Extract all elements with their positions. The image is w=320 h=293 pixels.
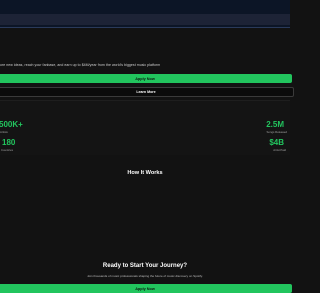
stat-label-paid: Artist Paid [273,148,286,152]
apply-now-button[interactable]: Apply Now [0,74,292,83]
learn-more-button[interactable]: Learn More [0,87,294,97]
hero-subtitle: ore new ideas, reach your fanbase, and e… [0,63,161,67]
cta-subtitle: Join thousands of music professionals sh… [87,274,203,278]
nav-divider [0,27,290,28]
how-it-works-title: How It Works [127,170,163,176]
stat-value-artists: 500K+ [0,120,23,129]
stat-value-paid: $4B [269,138,284,147]
stat-label-artists: Artists [0,130,8,134]
stat-label-songs: Songs Released [266,130,287,134]
cta-apply-now-button[interactable]: Apply Now [0,284,292,293]
stats-divider [0,100,290,101]
stats-section [0,100,290,155]
cta-title: Ready to Start Your Journey? [102,263,188,269]
stat-value-countries: 180 [2,138,16,147]
stat-value-songs: 2.5M [266,120,284,129]
stat-label-countries: Countries [1,148,13,152]
nav-strip [0,14,290,25]
